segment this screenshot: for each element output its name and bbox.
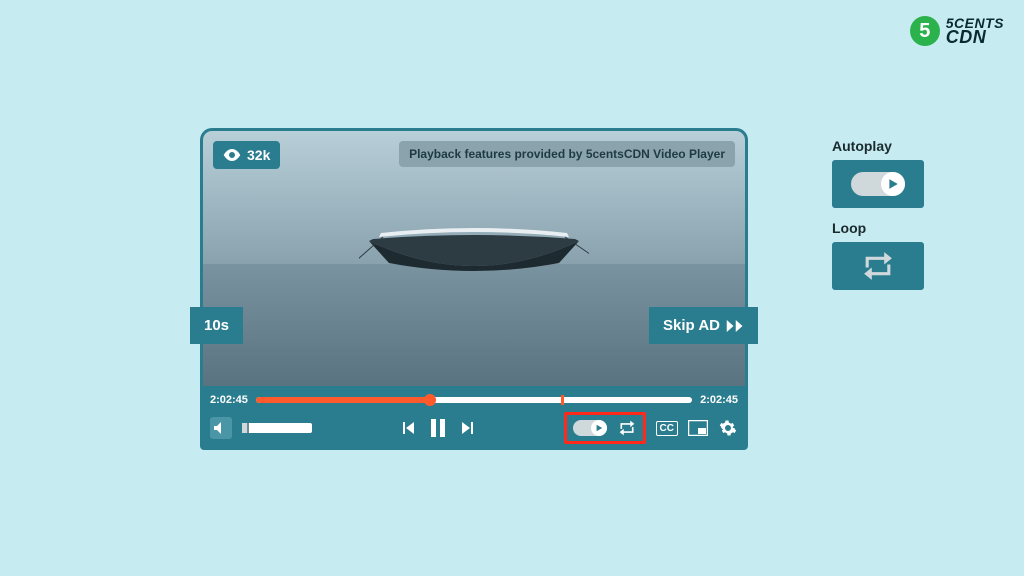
prev-track-button[interactable]: [398, 418, 418, 438]
scene-boat: [359, 201, 589, 291]
pip-button[interactable]: [688, 418, 708, 438]
eye-icon: [223, 149, 241, 161]
progress-row: 2:02:45 2:02:45: [210, 394, 738, 406]
brand-logo: 5 5CENTS CDN: [910, 16, 1004, 46]
rewind-label: 10s: [204, 317, 229, 334]
autoplay-toggle-knob: [591, 420, 607, 436]
pause-icon: [431, 419, 445, 437]
loop-label: Loop: [832, 220, 924, 236]
autoplay-knob-large: [881, 172, 905, 196]
play-pause-button[interactable]: [428, 418, 448, 438]
loop-callout-box: [832, 242, 924, 290]
autoplay-callout: Autoplay: [832, 138, 924, 208]
controls-row: CC: [210, 412, 738, 444]
feature-highlight: [564, 412, 646, 444]
play-icon: [595, 424, 603, 432]
seek-played: [256, 397, 430, 403]
play-icon: [887, 178, 899, 190]
controls-bar: 2:02:45 2:02:45: [200, 386, 748, 450]
loop-button[interactable]: [617, 418, 637, 438]
volume-slider[interactable]: [242, 423, 312, 433]
loop-icon: [858, 249, 898, 283]
next-track-button[interactable]: [458, 418, 478, 438]
seek-slider[interactable]: [256, 397, 692, 403]
time-total: 2:02:45: [700, 394, 738, 406]
fast-forward-icon: [726, 319, 744, 333]
brand-line2: CDN: [946, 29, 1004, 45]
time-elapsed: 2:02:45: [210, 394, 248, 406]
loop-callout: Loop: [832, 220, 924, 290]
rewind-10s-button[interactable]: 10s: [190, 307, 243, 344]
views-count: 32k: [247, 147, 270, 163]
skip-ad-label: Skip AD: [663, 317, 720, 334]
autoplay-callout-box: [832, 160, 924, 208]
mute-button[interactable]: [210, 417, 232, 439]
settings-button[interactable]: [718, 418, 738, 438]
captions-button[interactable]: CC: [656, 421, 678, 436]
views-badge: 32k: [213, 141, 280, 169]
volume-level: [242, 423, 249, 433]
seek-thumb[interactable]: [424, 394, 436, 406]
autoplay-label: Autoplay: [832, 138, 924, 154]
gear-icon: [719, 419, 737, 437]
skip-ad-button[interactable]: Skip AD: [649, 307, 758, 344]
seek-marker: [561, 395, 564, 405]
video-viewport[interactable]: 32k Playback features provided by 5cents…: [200, 128, 748, 386]
brand-name: 5CENTS CDN: [946, 17, 1004, 46]
autoplay-toggle[interactable]: [573, 420, 607, 436]
video-player: 32k Playback features provided by 5cents…: [200, 128, 748, 450]
speaker-icon: [214, 422, 228, 434]
autoplay-toggle-large[interactable]: [851, 172, 905, 196]
brand-mark: 5: [910, 16, 940, 46]
playback-banner: Playback features provided by 5centsCDN …: [399, 141, 735, 167]
